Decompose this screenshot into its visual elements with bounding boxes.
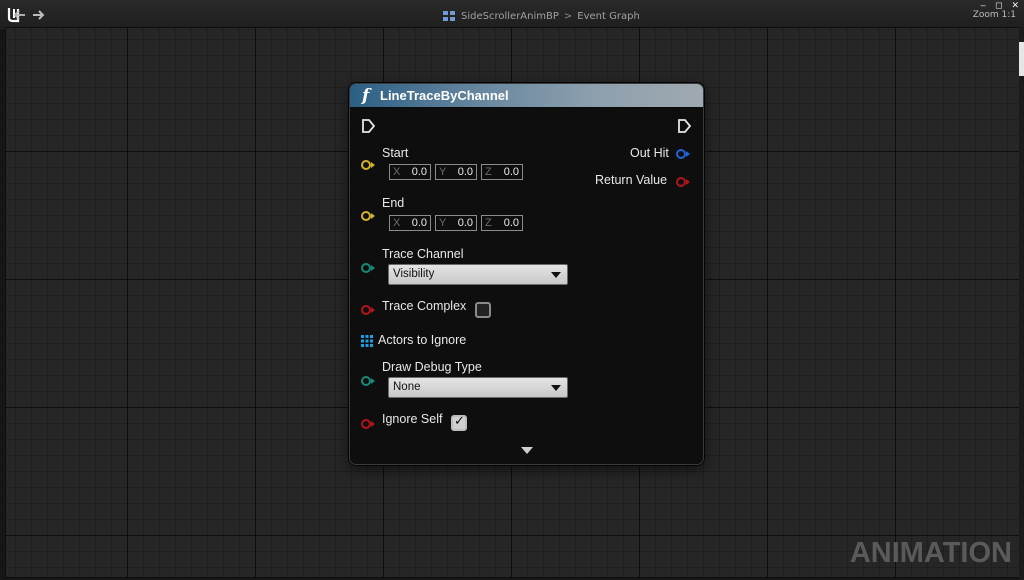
array-pin-icon[interactable]	[361, 335, 373, 347]
value: 0.0	[457, 217, 473, 229]
draw-debug-type-pin-icon[interactable]	[360, 375, 376, 387]
axis-label: Y	[439, 217, 447, 229]
minimize-icon[interactable]: ‒	[980, 2, 986, 11]
breadcrumb: SideScrollerAnimBP > Event Graph	[443, 9, 640, 23]
breadcrumb-graph[interactable]: Event Graph	[577, 11, 640, 22]
back-arrow-icon[interactable]	[12, 9, 26, 21]
start-label: Start	[382, 146, 409, 160]
node-title: LineTraceByChannel	[380, 88, 509, 103]
trace-channel-pin-icon[interactable]	[360, 262, 376, 274]
axis-label: Z	[485, 217, 492, 229]
start-z-field[interactable]: Z 0.0	[481, 164, 523, 180]
function-icon: f	[362, 86, 370, 106]
trace-complex-checkbox[interactable]	[475, 302, 491, 318]
line-trace-by-channel-node[interactable]: f LineTraceByChannel Start X 0.0 Y 0.0 Z 0.…	[349, 83, 704, 465]
trace-complex-pin-icon[interactable]	[360, 304, 376, 316]
breadcrumb-separator: >	[563, 10, 573, 22]
start-x-field[interactable]: X 0.0	[389, 164, 431, 180]
trace-channel-label: Trace Channel	[382, 247, 464, 261]
out-hit-pin-icon[interactable]	[675, 148, 691, 160]
draw-debug-type-label: Draw Debug Type	[382, 360, 482, 374]
exec-out-pin-icon[interactable]	[677, 118, 691, 134]
start-y-field[interactable]: Y 0.0	[435, 164, 477, 180]
window-controls: ‒ ◻ ✕	[980, 2, 1019, 11]
return-value-pin-icon[interactable]	[675, 176, 691, 188]
start-pin-icon[interactable]	[360, 159, 376, 171]
end-z-field[interactable]: Z 0.0	[481, 215, 523, 231]
axis-label: Z	[485, 166, 492, 178]
start-vector: X 0.0 Y 0.0 Z 0.0	[389, 164, 523, 180]
end-pin-icon[interactable]	[360, 210, 376, 222]
value: 0.0	[503, 217, 519, 229]
return-value-label: Return Value	[595, 173, 668, 187]
ignore-self-pin-icon[interactable]	[360, 418, 376, 430]
trace-complex-label: Trace Complex	[382, 299, 467, 313]
breadcrumb-blueprint[interactable]: SideScrollerAnimBP	[461, 11, 559, 22]
blueprint-icon	[443, 10, 455, 21]
value: 0.0	[411, 166, 427, 178]
out-hit-label: Out Hit	[630, 146, 669, 160]
expand-advanced-arrow-icon[interactable]	[521, 447, 533, 454]
restore-icon[interactable]: ◻	[995, 2, 1002, 11]
end-label: End	[382, 196, 405, 210]
axis-label: X	[393, 166, 401, 178]
node-header[interactable]: f LineTraceByChannel	[350, 84, 703, 108]
end-y-field[interactable]: Y 0.0	[435, 215, 477, 231]
right-panel-edge	[1019, 27, 1024, 580]
value: 0.0	[503, 166, 519, 178]
value: 0.0	[411, 217, 427, 229]
ignore-self-label: Ignore Self	[382, 412, 443, 426]
exec-in-pin-icon[interactable]	[361, 118, 375, 134]
end-x-field[interactable]: X 0.0	[389, 215, 431, 231]
value: 0.0	[457, 166, 473, 178]
trace-channel-dropdown[interactable]: Visibility	[388, 264, 568, 285]
axis-label: X	[393, 217, 401, 229]
checkmark-icon: ✓	[454, 414, 465, 429]
chevron-down-icon	[551, 385, 561, 391]
trace-channel-value: Visibility	[393, 268, 435, 280]
axis-label: Y	[439, 166, 447, 178]
graph-watermark: ANIMATION	[849, 537, 1012, 569]
chevron-down-icon	[551, 272, 561, 278]
ignore-self-checkbox[interactable]: ✓	[451, 414, 467, 431]
scrollbar-tab[interactable]	[1019, 42, 1024, 76]
draw-debug-type-dropdown[interactable]: None	[388, 377, 568, 398]
draw-debug-type-value: None	[393, 381, 421, 393]
actors-to-ignore-label: Actors to Ignore	[378, 333, 467, 347]
zoom-label: Zoom 1:1	[972, 10, 1016, 20]
forward-arrow-icon[interactable]	[32, 9, 46, 21]
end-vector: X 0.0 Y 0.0 Z 0.0	[389, 215, 523, 231]
close-icon[interactable]: ✕	[1011, 2, 1019, 11]
